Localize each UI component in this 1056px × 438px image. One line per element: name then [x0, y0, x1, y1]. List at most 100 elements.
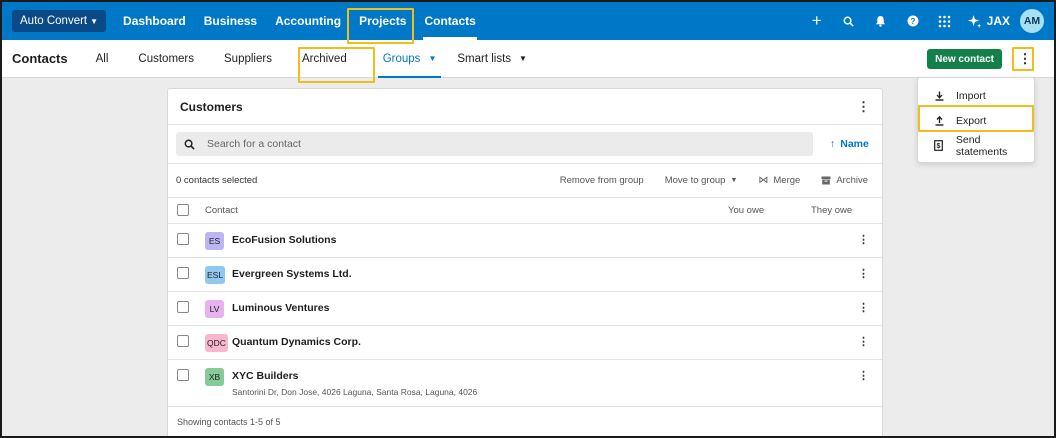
apps-grid-icon[interactable] — [929, 2, 961, 40]
row-more-icon[interactable]: ⋮ — [858, 301, 869, 314]
menu-item-export[interactable]: Export — [918, 108, 1034, 133]
tab-archived[interactable]: Archived — [287, 40, 362, 78]
sort-label: Name — [840, 138, 869, 150]
more-options-menu: Import Export $ Send statements — [917, 77, 1035, 163]
tab-customers[interactable]: Customers — [123, 40, 209, 78]
card-more-icon[interactable]: ⋮ — [857, 100, 870, 113]
menu-item-send-statements[interactable]: $ Send statements — [918, 133, 1034, 158]
sort-by-name-button[interactable]: ↑ Name — [830, 138, 869, 150]
table-row[interactable]: QDC Quantum Dynamics Corp. ⋮ — [168, 326, 882, 360]
row-checkbox[interactable] — [177, 301, 189, 313]
column-contact[interactable]: Contact — [205, 205, 238, 216]
bulk-actions: Remove from group Move to group ▼ ⋈ Merg… — [560, 175, 868, 186]
archive-icon — [821, 176, 831, 185]
org-name: Auto Convert — [20, 15, 88, 27]
page-title: Contacts — [12, 51, 68, 66]
row-checkbox[interactable] — [177, 335, 189, 347]
row-more-icon[interactable]: ⋮ — [858, 267, 869, 280]
contact-name[interactable]: EcoFusion Solutions — [232, 234, 336, 246]
search-box — [176, 132, 813, 156]
caret-down-icon: ▼ — [428, 54, 437, 63]
svg-text:?: ? — [910, 17, 915, 26]
menu-item-import[interactable]: Import — [918, 83, 1034, 108]
archive-label: Archive — [836, 175, 868, 186]
caret-down-icon: ▼ — [730, 177, 738, 184]
table-row[interactable]: ES EcoFusion Solutions ⋮ — [168, 224, 882, 258]
selected-count: 0 contacts selected — [176, 175, 258, 186]
card-title: Customers — [180, 99, 243, 114]
help-icon[interactable]: ? — [897, 2, 929, 40]
contact-address: Santorini Dr, Don Jose, 4026 Laguna, San… — [232, 387, 478, 397]
select-all-checkbox[interactable] — [177, 204, 189, 216]
tab-all[interactable]: All — [86, 40, 124, 78]
svg-text:$: $ — [937, 143, 941, 150]
search-icon — [184, 139, 195, 150]
merge-label: Merge — [773, 175, 801, 186]
table-header: Contact You owe They owe — [168, 198, 882, 224]
card-header: Customers ⋮ — [168, 89, 882, 125]
nav-contacts[interactable]: Contacts — [415, 2, 484, 40]
search-icon[interactable] — [833, 2, 865, 40]
customers-card: Customers ⋮ ↑ Name 0 contacts selected R… — [167, 88, 883, 436]
jax-button[interactable]: JAX — [961, 14, 1020, 29]
merge-button[interactable]: ⋈ Merge — [758, 175, 800, 186]
row-more-icon[interactable]: ⋮ — [858, 335, 869, 348]
tab-suppliers[interactable]: Suppliers — [209, 40, 287, 78]
table-row[interactable]: ESL Evergreen Systems Ltd. ⋮ — [168, 258, 882, 292]
row-more-icon[interactable]: ⋮ — [858, 233, 869, 246]
app-window: Auto Convert ▼ Dashboard Business Accoun… — [0, 0, 1056, 438]
caret-down-icon: ▼ — [90, 16, 99, 26]
tab-groups[interactable]: Groups ▼ — [368, 40, 452, 78]
table-row[interactable]: XB XYC Builders Santorini Dr, Don Jose, … — [168, 360, 882, 407]
row-checkbox[interactable] — [177, 233, 189, 245]
user-avatar[interactable]: AM — [1020, 9, 1044, 33]
tab-groups-label: Groups — [382, 52, 421, 65]
archive-button[interactable]: Archive — [821, 175, 868, 186]
new-contact-button[interactable]: New contact — [927, 49, 1002, 69]
menu-item-label: Import — [956, 89, 986, 102]
merge-icon: ⋈ — [758, 175, 769, 186]
jax-label: JAX — [986, 14, 1010, 28]
top-nav-actions: + ? JAX AM — [801, 2, 1044, 40]
nav-business[interactable]: Business — [195, 2, 266, 40]
contact-name[interactable]: Luminous Ventures — [232, 302, 329, 314]
bell-icon[interactable] — [865, 2, 897, 40]
contact-name[interactable]: Evergreen Systems Ltd. — [232, 268, 352, 280]
more-options-icon[interactable]: ⋮ — [1016, 48, 1034, 70]
column-they-owe[interactable]: They owe — [811, 205, 852, 216]
row-checkbox[interactable] — [177, 267, 189, 279]
plus-icon[interactable]: + — [801, 2, 833, 40]
contact-name[interactable]: XYC Builders — [232, 370, 299, 382]
menu-item-label: Export — [956, 114, 987, 127]
menu-item-label: Send statements — [955, 133, 1008, 158]
row-more-icon[interactable]: ⋮ — [858, 369, 869, 382]
contact-avatar: ES — [205, 232, 224, 250]
row-checkbox[interactable] — [177, 369, 189, 381]
tab-smart-lists-label: Smart lists — [457, 52, 512, 65]
nav-accounting[interactable]: Accounting — [266, 2, 350, 40]
move-to-group-label: Move to group — [664, 175, 726, 186]
arrow-up-icon: ↑ — [830, 138, 836, 150]
statement-icon: $ — [934, 140, 944, 151]
contact-avatar: XB — [205, 368, 224, 386]
contact-avatar: ESL — [205, 266, 226, 284]
column-you-owe[interactable]: You owe — [728, 205, 764, 216]
bulk-actions-row: 0 contacts selected Remove from group Mo… — [168, 164, 882, 198]
tab-smart-lists[interactable]: Smart lists ▼ — [451, 40, 542, 78]
contact-avatar: LV — [205, 300, 224, 318]
sparkle-icon — [967, 14, 982, 28]
move-to-group-button[interactable]: Move to group ▼ — [665, 175, 738, 186]
table-row[interactable]: LV Luminous Ventures ⋮ — [168, 292, 882, 326]
org-switcher-button[interactable]: Auto Convert ▼ — [12, 10, 107, 32]
nav-dashboard[interactable]: Dashboard — [114, 2, 195, 40]
remove-from-group-button[interactable]: Remove from group — [560, 175, 644, 186]
search-row: ↑ Name — [168, 125, 882, 164]
contact-name[interactable]: Quantum Dynamics Corp. — [232, 336, 361, 348]
contacts-subnav: Contacts All Customers Suppliers Archive… — [2, 40, 1054, 78]
contact-avatar: QDC — [205, 334, 228, 352]
search-input[interactable] — [207, 138, 767, 150]
pagination-summary: Showing contacts 1-5 of 5 — [177, 417, 281, 427]
nav-projects[interactable]: Projects — [350, 2, 415, 40]
upload-icon — [934, 115, 944, 126]
caret-down-icon: ▼ — [519, 54, 527, 63]
